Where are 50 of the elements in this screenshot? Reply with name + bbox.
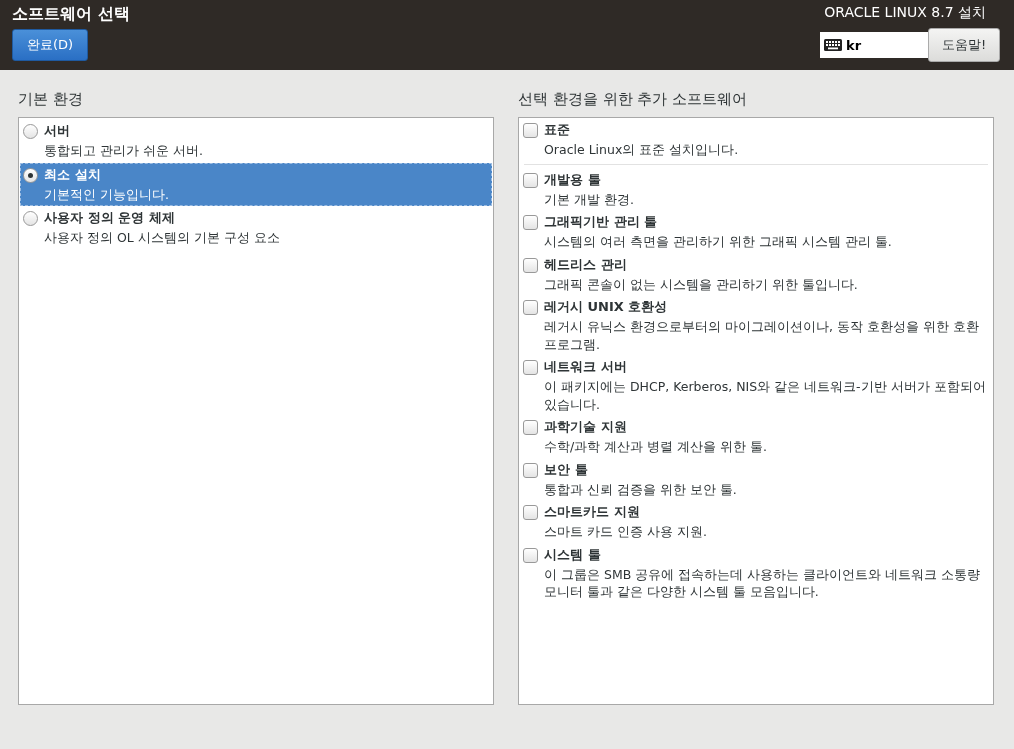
checkbox[interactable] [523,300,538,315]
addon-name: 보안 툴 [544,460,589,479]
checkbox[interactable] [523,257,538,273]
option-description: 사용자 정의 OL 시스템의 기본 구성 요소 [44,229,280,247]
environment-option[interactable]: 서버 통합되고 관리가 쉬운 서버. [20,119,492,163]
addon-name: 과학기술 지원 [544,418,628,436]
section-heading: 선택 환경을 위한 추가 소프트웨어 [518,90,749,109]
radio-button[interactable] [23,211,38,226]
radio-button[interactable] [23,167,38,183]
radio-button[interactable] [23,124,38,139]
checkbox[interactable] [523,505,538,520]
checkbox[interactable] [523,215,538,230]
checkbox[interactable] [523,420,538,435]
checkbox[interactable] [523,462,538,478]
addon-description: 시스템의 여러 측면을 관리하기 위한 그래픽 시스템 관리 툴. [544,233,892,251]
done-button[interactable]: 완료(D) [12,29,88,61]
addon-description: 레거시 유닉스 환경으로부터의 마이그레이션이나, 동작 호환성을 위한 호환 프로그램. [544,318,980,353]
option-description: 통합되고 관리가 쉬운 서버. [44,142,203,160]
addon-description: Oracle Linux의 표준 설치입니다. [544,141,739,159]
option-name: 사용자 정의 운영 체제 [44,209,176,227]
keyboard-icon [824,39,842,51]
page-title: 소프트웨어 선택 [12,4,130,25]
option-name: 최소 설치 [44,165,102,184]
addon-description: 기본 개발 환경. [544,190,634,208]
addon-name: 그래픽기반 관리 툴 [544,213,659,231]
option-description: 기본적인 기능입니다. [44,185,169,203]
checkbox[interactable] [523,172,538,188]
addon-name: 레거시 UNIX 호환성 [544,298,669,316]
addon-name: 헤드리스 관리 [544,255,628,274]
addon-description: 통합과 신뢰 검증을 위한 보안 툴. [544,480,737,498]
addon-name: 시스템 툴 [544,545,602,564]
addon-name: 네트워크 서버 [544,358,628,376]
checkbox[interactable] [523,547,538,563]
section-heading: 기본 환경 [18,90,84,109]
addon-description: 이 그룹은 SMB 공유에 접속하는데 사용하는 클라이언트와 네트워크 소통량모니터 툴과 같은 다양한 시스템 툴 모음입니다. [544,565,982,601]
addon-name: 개발용 툴 [544,170,602,189]
environment-option[interactable]: 사용자 정의 운영 체제 사용자 정의 OL 시스템의 기본 구성 요소 [20,206,492,250]
product-title: ORACLE LINUX 8.7 설치 [824,4,986,22]
addon-description: 스마트 카드 인증 사용 지원. [544,523,707,541]
help-button[interactable]: 도움말! [928,28,1000,62]
addon-name: 스마트카드 지원 [544,503,641,521]
addon-name: 표준 [544,121,571,139]
addon-description: 그래픽 콘솔이 없는 시스템을 관리하기 위한 툴입니다. [544,275,858,293]
option-name: 서버 [44,122,71,140]
keyboard-layout-field[interactable]: kr [820,32,928,58]
checkbox[interactable] [523,360,538,375]
addon-description: 수학/과학 계산과 병렬 계산을 위한 툴. [544,438,768,456]
addon-description: 이 패키지에는 DHCP, Kerberos, NIS와 같은 네트워크-기반 서버가 포함되어 있습니다. [544,378,987,413]
checkbox[interactable] [523,123,538,138]
environment-option[interactable]: 최소 설치 기본적인 기능입니다. [20,162,492,206]
